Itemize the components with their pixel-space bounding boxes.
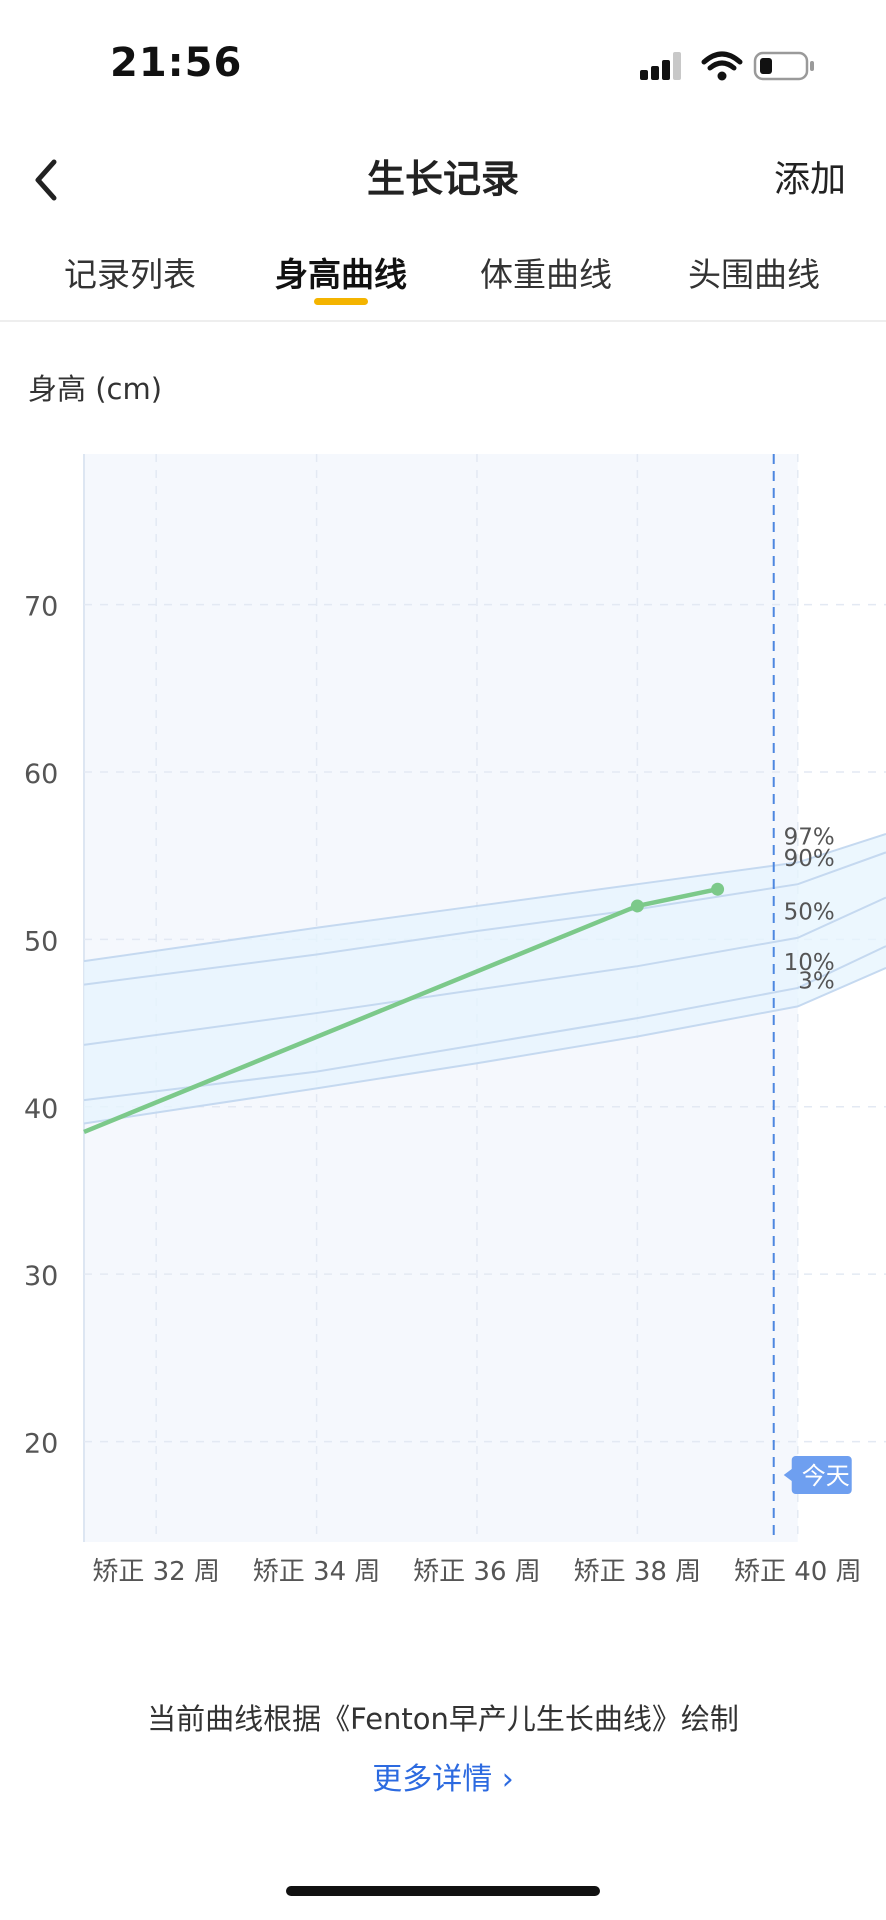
- y-tick-label: 40: [24, 1094, 58, 1125]
- y-tick-label: 70: [24, 592, 58, 623]
- status-time: 21:56: [110, 40, 243, 86]
- x-tick-label: 矫正 36 周: [413, 1557, 541, 1587]
- wifi-icon: [701, 51, 743, 81]
- measurement-point: [711, 882, 725, 896]
- percentile-label: 3%: [798, 968, 835, 994]
- more-details-link[interactable]: 更多详情 ›: [0, 1754, 886, 1798]
- tab-head-circumference-curve[interactable]: 头围曲线: [654, 248, 854, 296]
- nav-bar: 生长记录 添加: [0, 130, 886, 230]
- height-growth-chart[interactable]: 20 30 40 50 60 70 矫正 32 周 矫正 34 周 矫正 36 周 矫正 38 周…: [0, 440, 886, 1610]
- y-tick-label: 30: [24, 1261, 58, 1292]
- chart-svg: 20 30 40 50 60 70 矫正 32 周 矫正 34 周 矫正 36 周 矫正 38 周…: [24, 454, 886, 1587]
- tab-height-curve[interactable]: 身高曲线: [241, 248, 441, 296]
- y-tick-label: 20: [24, 1429, 58, 1460]
- status-icons: [640, 51, 814, 81]
- percentile-label: 90%: [784, 846, 835, 872]
- curve-source-note: 当前曲线根据《Fenton早产儿生长曲线》绘制: [147, 1702, 739, 1736]
- today-label: 今天: [802, 1462, 850, 1490]
- x-tick-label: 矫正 32 周: [92, 1557, 220, 1587]
- x-tick-label: 矫正 40 周: [734, 1557, 862, 1587]
- active-tab-indicator: [314, 298, 368, 305]
- status-bar: 21:56: [0, 0, 886, 130]
- tab-bar: 记录列表 身高曲线 体重曲线 头围曲线: [0, 240, 886, 322]
- home-indicator: [286, 1886, 600, 1896]
- cellular-signal-icon: [640, 52, 681, 80]
- measurement-point: [630, 899, 644, 913]
- page-title: 生长记录: [366, 157, 519, 201]
- percentile-label: 50%: [784, 900, 835, 926]
- x-tick-label: 矫正 38 周: [574, 1557, 702, 1587]
- y-tick-label: 50: [24, 926, 58, 957]
- tab-record-list[interactable]: 记录列表: [30, 248, 230, 296]
- y-tick-label: 60: [24, 759, 58, 790]
- add-button[interactable]: 添加: [774, 150, 846, 202]
- tab-weight-curve[interactable]: 体重曲线: [446, 248, 646, 296]
- x-tick-label: 矫正 34 周: [253, 1557, 381, 1587]
- y-axis-title: 身高 (cm): [28, 372, 163, 406]
- battery-low-icon: [753, 51, 814, 81]
